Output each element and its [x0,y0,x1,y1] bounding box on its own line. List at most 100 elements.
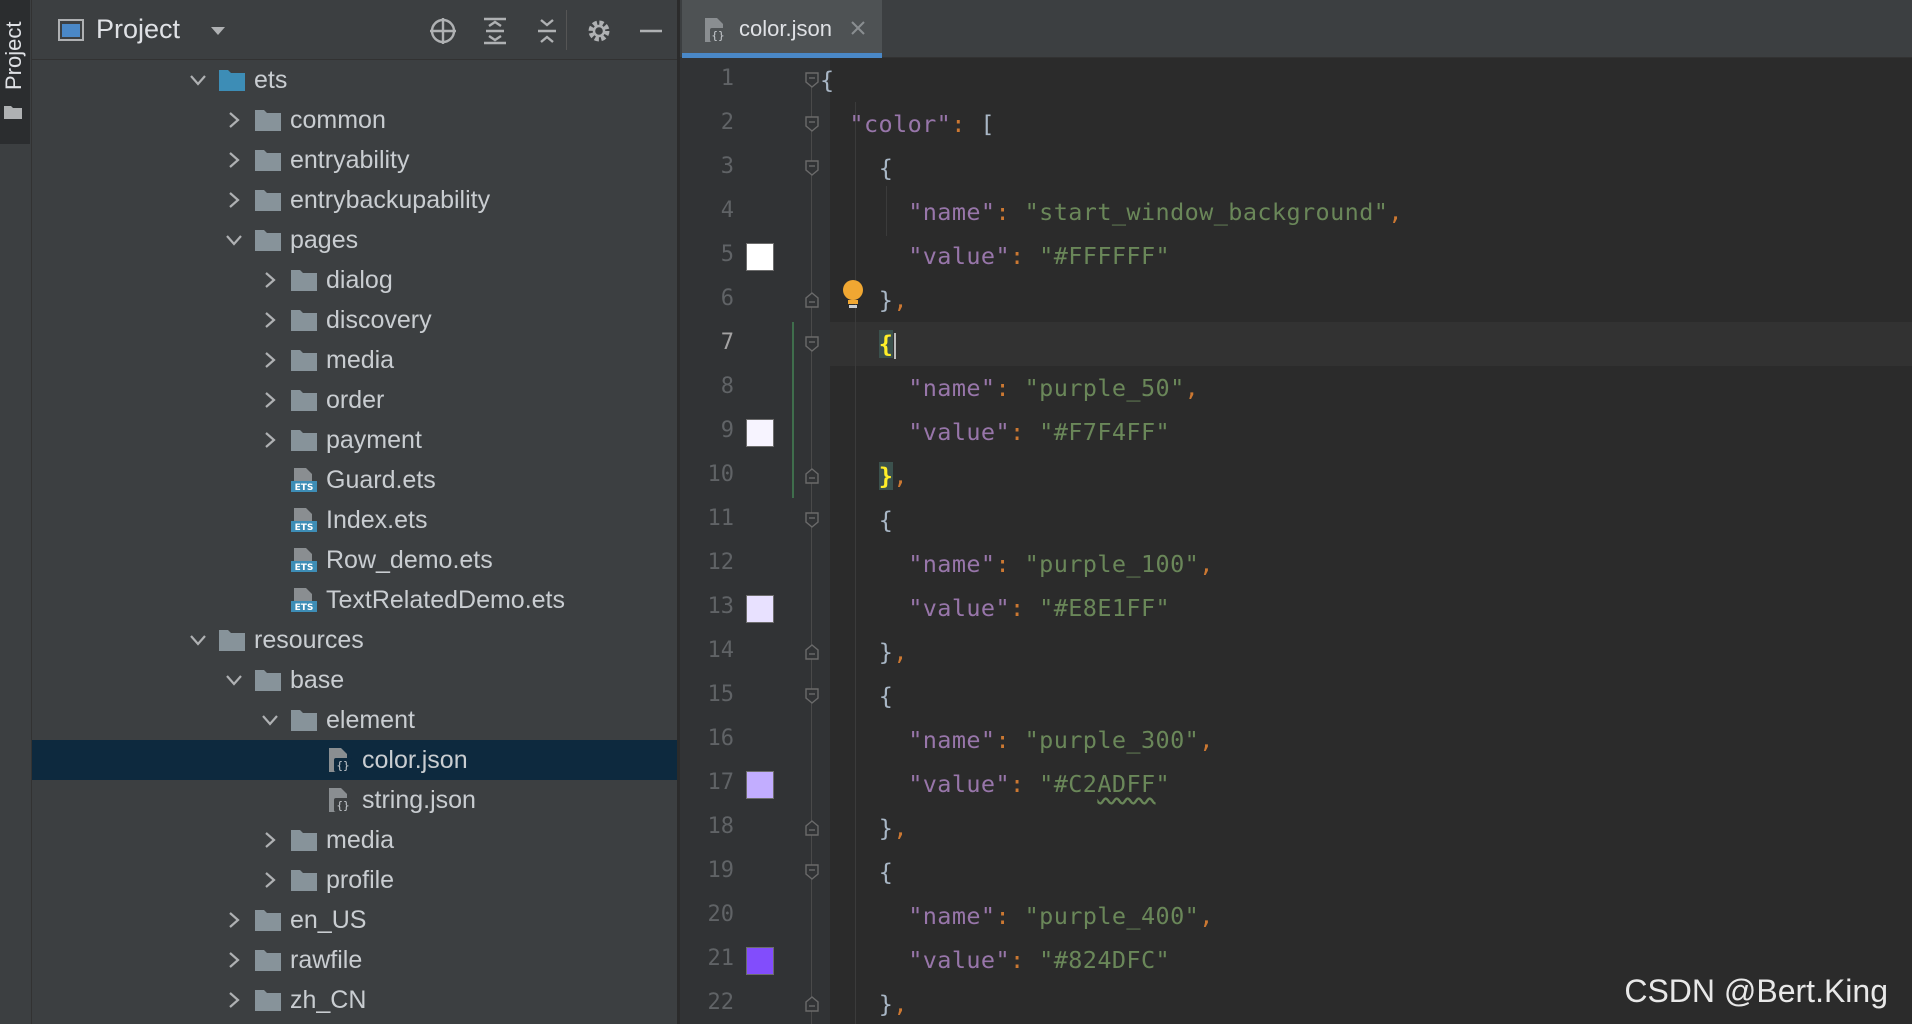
chevron-right-icon[interactable] [224,990,244,1010]
tree-item-discovery[interactable]: discovery [32,300,677,340]
chevron-right-icon[interactable] [224,950,244,970]
code-line[interactable]: 3{ [680,146,1912,190]
chevron-down-icon[interactable] [188,630,208,650]
tree-item-order[interactable]: order [32,380,677,420]
code-line[interactable]: 11 { [680,498,1912,542]
code-line[interactable]: 20 "name": "purple_400", [680,894,1912,938]
code-line[interactable]: 12 "name": "purple_100", [680,542,1912,586]
fold-marker-icon[interactable] [804,511,820,529]
code-text: }, [878,990,908,1018]
tree-item-base[interactable]: base [32,660,677,700]
expand-all-button[interactable] [478,14,512,48]
tree-item-guard-ets[interactable]: ETS Guard.ets [32,460,677,500]
chevron-down-icon[interactable] [188,70,208,90]
folder-icon [291,270,317,291]
tab-color-json[interactable]: {} color.json [682,0,882,58]
tree-item-entryability[interactable]: entryability [32,140,677,180]
tree-item-pages[interactable]: pages [32,220,677,260]
fold-marker-icon[interactable] [804,71,820,89]
fold-marker-icon[interactable] [804,643,820,661]
tree-item-element[interactable]: element [32,700,677,740]
tree-item-string-json[interactable]: {} string.json [32,780,677,820]
code-line[interactable]: 9 "value": "#F7F4FF" [680,410,1912,454]
code-line[interactable]: 16 "name": "purple_300", [680,718,1912,762]
tree-item-media[interactable]: media [32,820,677,860]
chevron-right-icon[interactable] [260,310,280,330]
ets-file-icon: ETS [291,588,317,613]
tree-item-zh-cn[interactable]: zh_CN [32,980,677,1020]
project-tool-window-button[interactable]: Project [0,0,30,144]
tree-item-media[interactable]: media [32,340,677,380]
chevron-down-icon[interactable] [224,670,244,690]
code-line[interactable]: 18}, [680,806,1912,850]
chevron-right-icon[interactable] [260,870,280,890]
code-line[interactable]: 10}, [680,454,1912,498]
tree-item-index-ets[interactable]: ETS Index.ets [32,500,677,540]
tree-item-resources[interactable]: resources [32,620,677,660]
close-icon[interactable] [848,18,868,38]
tree-item-common[interactable]: common [32,100,677,140]
code-line[interactable]: 13 "value": "#E8E1FF" [680,586,1912,630]
code-line[interactable]: 14}, [680,630,1912,674]
fold-marker-icon[interactable] [804,467,820,485]
chevron-right-icon[interactable] [224,190,244,210]
select-opened-file-button[interactable] [426,14,460,48]
chevron-right-icon[interactable] [260,430,280,450]
color-swatch[interactable] [746,771,774,799]
fold-marker-icon[interactable] [804,863,820,881]
chevron-right-icon[interactable] [224,110,244,130]
line-number: 20 [707,902,735,927]
code-line[interactable]: 5 "value": "#FFFFFF" [680,234,1912,278]
code-line[interactable]: 17 "value": "#C2ADFF" [680,762,1912,806]
chevron-right-icon[interactable] [260,350,280,370]
tree-item-profile[interactable]: profile [32,860,677,900]
fold-marker-icon[interactable] [804,687,820,705]
tree-item-payment[interactable]: payment [32,420,677,460]
fold-marker-icon[interactable] [804,995,820,1013]
fold-marker-icon[interactable] [804,335,820,353]
collapse-all-button[interactable] [530,14,564,48]
tree-item-rawfile[interactable]: rawfile [32,940,677,980]
chevron-down-icon[interactable] [224,230,244,250]
code-line[interactable]: 15 { [680,674,1912,718]
chevron-right-icon[interactable] [224,910,244,930]
tree-item-en-us[interactable]: en_US [32,900,677,940]
code-line[interactable]: 19 { [680,850,1912,894]
chevron-right-icon[interactable] [260,390,280,410]
chevron-right-icon[interactable] [224,150,244,170]
panel-title[interactable]: Project [96,14,180,45]
chevron-right-icon[interactable] [260,270,280,290]
settings-button[interactable] [582,14,616,48]
tree-item-color-json[interactable]: {} color.json [32,740,677,780]
fold-marker-icon[interactable] [804,115,820,133]
lightbulb-icon[interactable] [840,278,866,310]
code-line[interactable]: 1{ [680,58,1912,102]
chevron-right-icon[interactable] [260,830,280,850]
code-text: }, [878,286,908,314]
tree-item-ets[interactable]: ets [32,60,677,100]
horizontal-scrollbar[interactable] [32,1016,677,1024]
tree-item-row-demo-ets[interactable]: ETS Row_demo.ets [32,540,677,580]
tree-item-textrelateddemo-ets[interactable]: ETS TextRelatedDemo.ets [32,580,677,620]
fold-marker-icon[interactable] [804,819,820,837]
color-swatch[interactable] [746,595,774,623]
code-line[interactable]: 8 "name": "purple_50", [680,366,1912,410]
code-editor[interactable]: 1{2 "color": [3{4 "name": "start_window_ba… [680,58,1912,1024]
hide-panel-button[interactable] [634,14,668,48]
code-line[interactable]: 2 "color": [ [680,102,1912,146]
fold-marker-icon[interactable] [804,159,820,177]
fold-marker-icon[interactable] [804,291,820,309]
code-text: { [878,506,894,534]
chevron-down-icon[interactable] [260,710,280,730]
project-panel-header: Project [32,0,677,60]
chevron-down-icon[interactable] [208,24,228,38]
code-text: "value": "#E8E1FF" [908,594,1171,622]
code-line[interactable]: 4 "name": "start_window_background", [680,190,1912,234]
color-swatch[interactable] [746,947,774,975]
code-text: }, [878,638,908,666]
tree-item-dialog[interactable]: dialog [32,260,677,300]
code-line[interactable]: 7{ [680,322,1912,366]
color-swatch[interactable] [746,243,774,271]
tree-item-entrybackupability[interactable]: entrybackupability [32,180,677,220]
color-swatch[interactable] [746,419,774,447]
